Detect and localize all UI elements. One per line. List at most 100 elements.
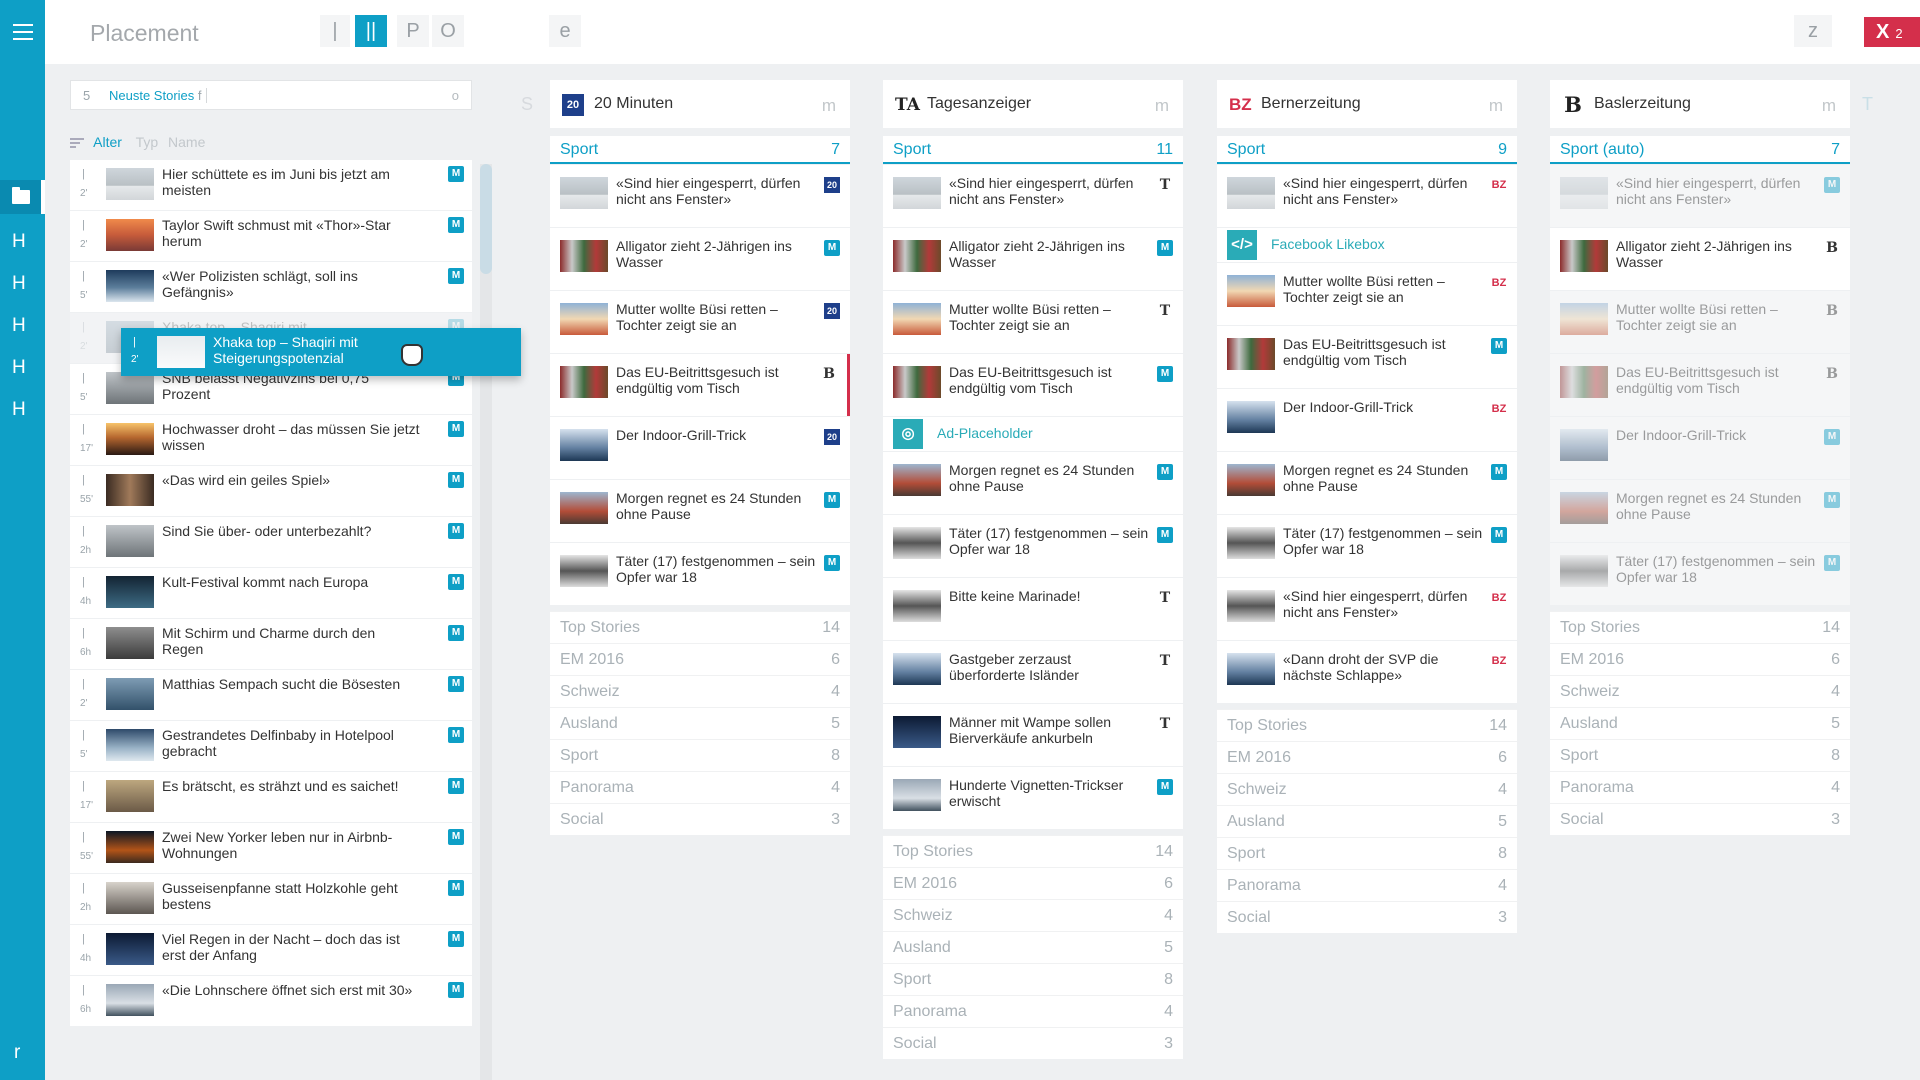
section-row[interactable]: Social 3 xyxy=(550,803,850,835)
placed-story[interactable]: Der Indoor-Grill-Trick 20 xyxy=(550,417,850,479)
section-row[interactable]: Panorama 4 xyxy=(1217,869,1517,901)
section-row[interactable]: Top Stories 14 xyxy=(883,835,1183,867)
nav-item-2[interactable]: H xyxy=(0,267,45,301)
section-row[interactable]: Social 3 xyxy=(1550,803,1850,835)
placed-story[interactable]: «Sind hier eingesperrt, dürfen nicht ans… xyxy=(1217,578,1517,640)
placed-story[interactable]: Täter (17) festgenommen – sein Opfer war… xyxy=(550,543,850,605)
search-icon[interactable]: o xyxy=(452,88,459,103)
placed-story[interactable]: Alligator zieht 2-Jährigen ins Wasser M xyxy=(883,228,1183,290)
nav-item-1[interactable]: H xyxy=(0,225,45,259)
placed-story[interactable]: Der Indoor-Grill-Trick BZ xyxy=(1217,389,1517,451)
section-row[interactable]: Sport 8 xyxy=(883,963,1183,995)
placed-story[interactable]: Bitte keine Marinade! T xyxy=(883,578,1183,640)
section-row[interactable]: EM 2016 6 xyxy=(883,867,1183,899)
placed-story[interactable]: «Sind hier eingesperrt, dürfen nicht ans… xyxy=(1550,165,1850,227)
placed-story[interactable]: Das EU-Beitrittsgesuch ist endgültig vom… xyxy=(883,354,1183,416)
placed-story[interactable]: Alligator zieht 2-Jährigen ins Wasser M xyxy=(550,228,850,290)
nav-item-5[interactable]: H xyxy=(0,393,45,427)
placed-story[interactable]: Täter (17) festgenommen – sein Opfer war… xyxy=(883,515,1183,577)
placed-story[interactable]: Morgen regnet es 24 Stunden ohne Pause M xyxy=(883,452,1183,514)
section-row[interactable]: Top Stories 14 xyxy=(1550,611,1850,643)
story-row[interactable]: | 6h Mit Schirm und Charme durch den Regen… xyxy=(70,619,472,669)
rail-bottom-icon[interactable]: r xyxy=(14,1042,20,1064)
section-row[interactable]: Schweiz 4 xyxy=(1217,773,1517,805)
placed-story[interactable]: «Sind hier eingesperrt, dürfen nicht ans… xyxy=(883,165,1183,227)
placed-story[interactable]: Mutter wollte Büsi retten – Tochter zeig… xyxy=(1550,291,1850,353)
story-row[interactable]: | 55' Zwei New Yorker leben nur in Airbnb-… xyxy=(70,823,472,873)
sort-name[interactable]: Name xyxy=(168,134,205,150)
nav-item-4[interactable]: H xyxy=(0,351,45,385)
section-row[interactable]: Social 3 xyxy=(883,1027,1183,1059)
layout-split-button[interactable]: || xyxy=(355,15,387,47)
tool-p-button[interactable]: P xyxy=(397,15,429,47)
placed-story[interactable]: «Sind hier eingesperrt, dürfen nicht ans… xyxy=(1217,165,1517,227)
placed-story[interactable]: Alligator zieht 2-Jährigen ins Wasser B xyxy=(1550,228,1850,290)
placed-story[interactable]: Täter (17) festgenommen – sein Opfer war… xyxy=(1217,515,1517,577)
dragged-story[interactable]: | 2' Xhaka top – Shaqiri mit Steigerungs… xyxy=(121,328,521,376)
section-row[interactable]: Panorama 4 xyxy=(883,995,1183,1027)
section-row[interactable]: Top Stories 14 xyxy=(1217,709,1517,741)
stories-nav-button[interactable] xyxy=(0,180,45,214)
story-row[interactable]: | 17' Es brätscht, es strähzt und es saich… xyxy=(70,772,472,822)
story-row[interactable]: | 55' «Das wird ein geiles Spiel» M xyxy=(70,466,472,516)
placeholder-slot[interactable]: ◎ Ad-Placeholder xyxy=(883,417,1183,451)
sort-age[interactable]: Alter xyxy=(93,134,122,150)
section-row[interactable]: Sport 8 xyxy=(550,739,850,771)
section-row[interactable]: Top Stories 14 xyxy=(550,611,850,643)
section-row[interactable]: EM 2016 6 xyxy=(550,643,850,675)
story-list-scrollbar[interactable] xyxy=(480,164,492,1080)
section-header[interactable]: Sport 7 xyxy=(550,136,850,164)
placed-story[interactable]: Das EU-Beitrittsgesuch ist endgültig vom… xyxy=(1217,326,1517,388)
section-row[interactable]: Ausland 5 xyxy=(1550,707,1850,739)
section-header[interactable]: Sport 11 xyxy=(883,136,1183,164)
layout-single-button[interactable]: | xyxy=(320,15,350,47)
placed-story[interactable]: Täter (17) festgenommen – sein Opfer war… xyxy=(1550,543,1850,605)
story-row[interactable]: | 5' «Wer Polizisten schlägt, soll ins Gef… xyxy=(70,262,472,312)
placed-story[interactable]: «Sind hier eingesperrt, dürfen nicht ans… xyxy=(550,165,850,227)
placed-story[interactable]: Das EU-Beitrittsgesuch ist endgültig vom… xyxy=(550,354,850,416)
scroll-thumb[interactable] xyxy=(480,164,492,274)
section-header[interactable]: Sport 9 xyxy=(1217,136,1517,164)
section-row[interactable]: Ausland 5 xyxy=(1217,805,1517,837)
section-row[interactable]: EM 2016 6 xyxy=(1550,643,1850,675)
placed-story[interactable]: Mutter wollte Büsi retten – Tochter zeig… xyxy=(550,291,850,353)
section-row[interactable]: Social 3 xyxy=(1217,901,1517,933)
stories-search[interactable]: 5 Neuste Stories f o xyxy=(70,80,472,110)
placed-story[interactable]: Männer mit Wampe sollen Bierverkäufe ank… xyxy=(883,704,1183,766)
section-row[interactable]: Ausland 5 xyxy=(550,707,850,739)
story-row[interactable]: | 4h Kult-Festival kommt nach Europa M xyxy=(70,568,472,618)
story-row[interactable]: | 2' Hier schüttete es im Juni bis jetzt a… xyxy=(70,160,472,210)
placed-story[interactable]: Mutter wollte Büsi retten – Tochter zeig… xyxy=(883,291,1183,353)
sort-type[interactable]: Typ xyxy=(136,134,159,150)
placed-story[interactable]: Gastgeber zerzaust überforderte Isländer… xyxy=(883,641,1183,703)
section-header[interactable]: Sport (auto) 7 xyxy=(1550,136,1850,164)
section-row[interactable]: Schweiz 4 xyxy=(883,899,1183,931)
section-row[interactable]: EM 2016 6 xyxy=(1217,741,1517,773)
story-row[interactable]: | 2h Sind Sie über- oder unterbezahlt? M xyxy=(70,517,472,567)
close-badge-button[interactable]: X2 xyxy=(1864,17,1920,47)
column-menu-button[interactable]: m xyxy=(1822,96,1836,116)
story-row[interactable]: | 2h Gusseisenpfanne statt Holzkohle geht … xyxy=(70,874,472,924)
column-menu-button[interactable]: m xyxy=(1155,96,1169,116)
story-row[interactable]: | 2' Matthias Sempach sucht die Bösesten M xyxy=(70,670,472,720)
tool-e-button[interactable]: e xyxy=(549,15,581,47)
tool-o-button[interactable]: O xyxy=(432,15,464,47)
section-row[interactable]: Schweiz 4 xyxy=(1550,675,1850,707)
placed-story[interactable]: «Dann droht der SVP die nächste Schlappe… xyxy=(1217,641,1517,703)
story-row[interactable]: | 17' Hochwasser droht – das müssen Sie je… xyxy=(70,415,472,465)
placed-story[interactable]: Das EU-Beitrittsgesuch ist endgültig vom… xyxy=(1550,354,1850,416)
placed-story[interactable]: Mutter wollte Büsi retten – Tochter zeig… xyxy=(1217,263,1517,325)
section-row[interactable]: Panorama 4 xyxy=(1550,771,1850,803)
column-menu-button[interactable]: m xyxy=(1489,96,1503,116)
menu-icon[interactable] xyxy=(13,24,33,40)
story-row[interactable]: | 4h Viel Regen in der Nacht – doch das is… xyxy=(70,925,472,975)
section-row[interactable]: Ausland 5 xyxy=(883,931,1183,963)
placed-story[interactable]: Morgen regnet es 24 Stunden ohne Pause M xyxy=(1550,480,1850,542)
story-row[interactable]: | 6h «Die Lohnschere öffnet sich erst mit … xyxy=(70,976,472,1026)
story-row[interactable]: | 5' Gestrandetes Delfinbaby in Hotelpool … xyxy=(70,721,472,771)
placed-story[interactable]: Morgen regnet es 24 Stunden ohne Pause M xyxy=(550,480,850,542)
section-row[interactable]: Schweiz 4 xyxy=(550,675,850,707)
story-row[interactable]: | 2' Taylor Swift schmust mit «Thor»-Star … xyxy=(70,211,472,261)
nav-item-3[interactable]: H xyxy=(0,309,45,343)
column-menu-button[interactable]: m xyxy=(822,96,836,116)
